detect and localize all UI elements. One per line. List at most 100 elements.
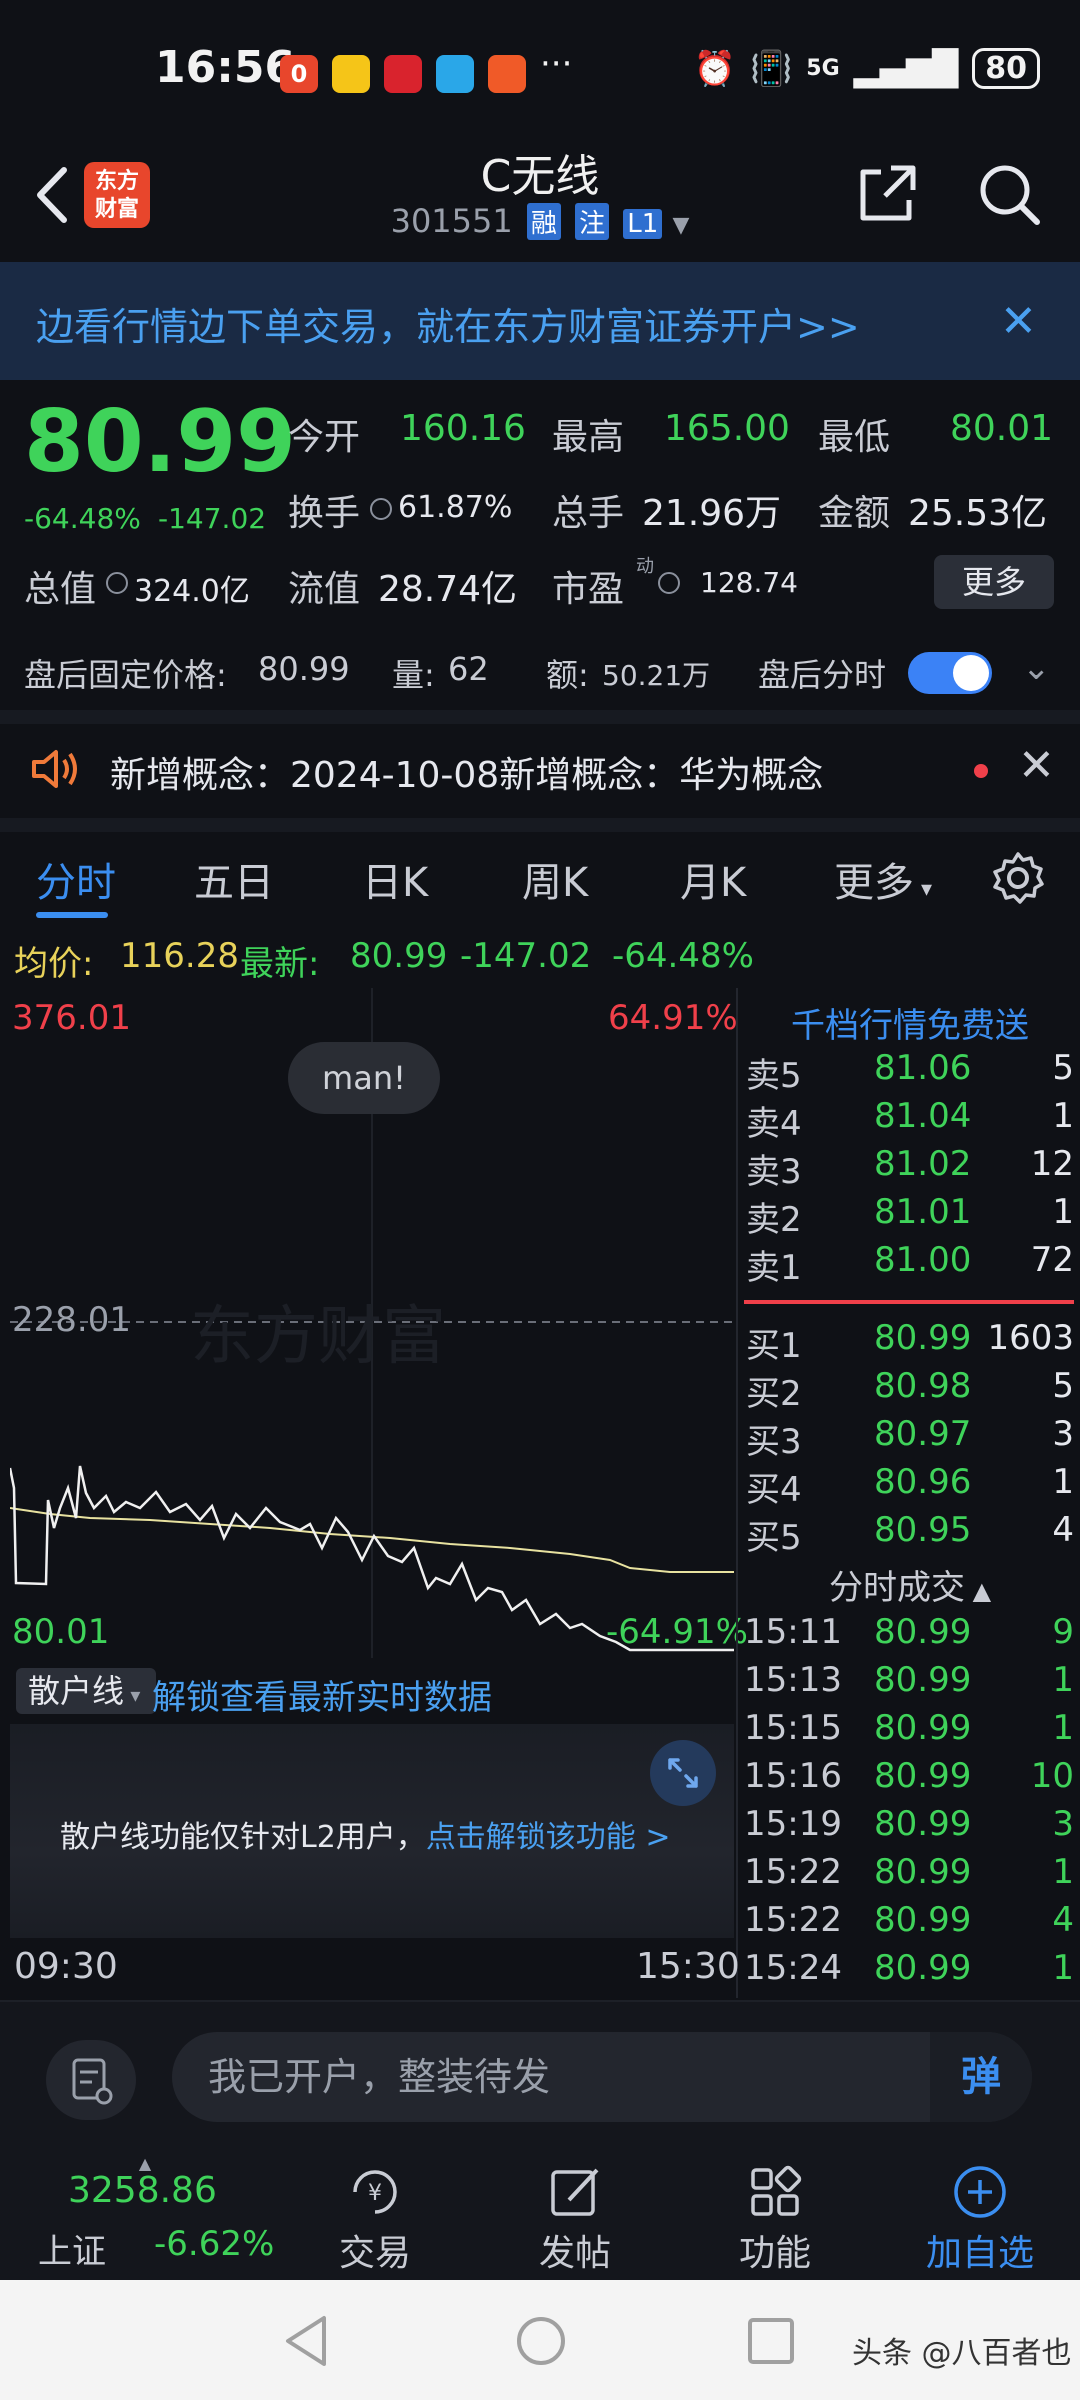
bid-row[interactable]: 买3 80.97 3	[738, 1414, 1080, 1462]
tab-more[interactable]: 更多 ▾	[834, 850, 932, 908]
pe-info-icon[interactable]	[658, 572, 680, 594]
tab-intraday[interactable]: 分时	[36, 850, 116, 908]
more-notifications-icon: ···	[540, 44, 573, 84]
trade-row: 15:22 80.99 1	[738, 1852, 1080, 1900]
bid-volume: 4	[1052, 1510, 1074, 1550]
chevron-down-icon[interactable]: ⌄	[1022, 648, 1051, 688]
bid-row[interactable]: 买1 80.99 1603	[738, 1318, 1080, 1366]
ask-row[interactable]: 卖5 81.06 5	[738, 1048, 1080, 1096]
trade-time: 15:16	[744, 1756, 842, 1796]
latest-label: 最新:	[240, 944, 320, 984]
svg-text:¥: ¥	[368, 2181, 382, 2206]
banner-close-icon[interactable]: ✕	[1000, 296, 1037, 347]
after-hours-row: 盘后固定价格: 80.99 量: 62 额: 50.21万 盘后分时 ⌄	[0, 638, 1080, 708]
system-home-icon[interactable]	[514, 2314, 568, 2368]
trade-row: 15:16 80.99 10	[738, 1756, 1080, 1804]
system-recents-icon[interactable]	[746, 2316, 796, 2366]
index-ticker[interactable]: ▲ 3258.86 上证 -6.62%	[20, 2150, 274, 2280]
ask-row[interactable]: 卖3 81.02 12	[738, 1144, 1080, 1192]
trade-time: 15:15	[744, 1708, 842, 1748]
add-circle-icon	[954, 2166, 1006, 2218]
avg-label: 均价:	[14, 944, 94, 984]
ask-row[interactable]: 卖2 81.01 1	[738, 1192, 1080, 1240]
tab-daily-k[interactable]: 日K	[362, 850, 428, 908]
ask-volume: 5	[1052, 1048, 1074, 1088]
market-cap-value: 324.0亿	[134, 574, 250, 609]
gear-icon[interactable]	[990, 850, 1046, 906]
nav-post-label: 发帖	[538, 2233, 611, 2274]
ask-price: 81.02	[874, 1144, 972, 1184]
tab-weekly-k[interactable]: 周K	[522, 850, 588, 908]
ask-row[interactable]: 卖4 81.04 1	[738, 1096, 1080, 1144]
market-cap-info-icon[interactable]	[106, 572, 128, 594]
trade-volume: 1	[1052, 1708, 1074, 1748]
alarm-icon: ⏰	[693, 48, 736, 89]
danmu-bubble: man!	[288, 1042, 440, 1114]
comment-input[interactable]: 我已开户，整装待发	[172, 2032, 1032, 2122]
concept-notice[interactable]: 新增概念：2024-10-08新增概念：华为概念 ✕	[0, 724, 1080, 816]
ask-price: 81.06	[874, 1048, 972, 1088]
ask-row[interactable]: 卖1 81.00 72	[738, 1240, 1080, 1288]
bid-label: 买5	[746, 1518, 802, 1558]
ask-volume: 72	[1030, 1240, 1074, 1280]
after-amt-value: 50.21万	[602, 659, 711, 692]
bid-row[interactable]: 买5 80.95 4	[738, 1510, 1080, 1558]
retail-line-label: 散户线	[28, 1672, 125, 1710]
retail-line-message: 散户线功能仅针对L2用户，点击解锁该功能 >	[60, 1812, 671, 1856]
retail-line-selector[interactable]: 散户线 ▾	[16, 1668, 156, 1714]
expand-icon[interactable]	[650, 1740, 716, 1806]
nav-trade[interactable]: ¥ 交易	[300, 2150, 450, 2280]
note-settings-icon[interactable]	[46, 2040, 136, 2120]
volume-label: 总手	[552, 493, 625, 534]
unlock-feature-link[interactable]: 点击解锁该功能 >	[426, 1820, 671, 1855]
average-price-row: 均价: 116.28 最新: 80.99 -147.02 -64.48%	[0, 926, 1080, 988]
bid-volume: 5	[1052, 1366, 1074, 1406]
after-hours-toggle[interactable]	[908, 652, 992, 694]
nav-post[interactable]: 发帖	[500, 2150, 650, 2280]
concept-text[interactable]: 新增概念：2024-10-08新增概念：华为概念	[110, 746, 823, 798]
stock-code: 301551	[390, 202, 513, 240]
danmu-toggle-button[interactable]: 弹	[930, 2032, 1032, 2122]
trade-price: 80.99	[874, 1660, 972, 1700]
trade-price: 80.99	[874, 1804, 972, 1844]
retail-msg-text: 散户线功能仅针对L2用户，	[60, 1820, 426, 1855]
nav-add-watchlist[interactable]: 加自选	[900, 2150, 1060, 2280]
trade-row: 15:19 80.99 3	[738, 1804, 1080, 1852]
nav-features[interactable]: 功能	[700, 2150, 850, 2280]
search-app-icon	[436, 55, 474, 93]
tab-five-day[interactable]: 五日	[194, 850, 274, 908]
trade-price: 80.99	[874, 1948, 972, 1988]
status-right: ⏰ 📳 5G ▂▄▆█ 80	[694, 48, 1040, 89]
account-open-banner[interactable]: 边看行情边下单交易，就在东方财富证券开户>> ✕	[0, 262, 1080, 380]
system-back-icon[interactable]	[282, 2314, 332, 2368]
tab-monthly-k[interactable]: 月K	[680, 850, 746, 908]
amount-value: 25.53亿	[908, 493, 1048, 534]
code-dropdown-icon[interactable]: ▼	[672, 213, 689, 238]
avg-value: 116.28	[120, 936, 239, 976]
y-axis-top: 376.01	[12, 998, 131, 1038]
speaker-icon	[32, 750, 77, 788]
banner-text[interactable]: 边看行情边下单交易，就在东方财富证券开户>>	[36, 296, 860, 351]
bid-row[interactable]: 买4 80.96 1	[738, 1462, 1080, 1510]
pe-label: 市盈	[552, 569, 625, 610]
trade-price: 80.99	[874, 1756, 972, 1796]
trade-price: 80.99	[874, 1708, 972, 1748]
search-icon[interactable]	[975, 160, 1043, 228]
trade-time: 15:11	[744, 1612, 842, 1652]
concept-close-icon[interactable]: ✕	[1018, 740, 1055, 791]
unlock-data-link[interactable]: 解锁查看最新实时数据	[152, 1670, 492, 1719]
bid-row[interactable]: 买2 80.98 5	[738, 1366, 1080, 1414]
trades-title[interactable]: 分时成交 ▲	[738, 1560, 1080, 1609]
trade-icon: ¥	[353, 2170, 397, 2214]
turnover-info-icon[interactable]	[370, 498, 392, 520]
order-book-promo[interactable]: 千档行情免费送	[738, 998, 1080, 1047]
ask-label: 卖5	[746, 1056, 802, 1096]
after-chart-label: 盘后分时	[758, 656, 887, 694]
more-quote-button[interactable]: 更多	[934, 555, 1054, 609]
index-value: 3258.86	[68, 2170, 217, 2211]
index-percent: -6.62%	[154, 2224, 275, 2264]
bid-price: 80.98	[874, 1366, 972, 1406]
current-price: 80.99	[24, 392, 297, 492]
share-icon[interactable]	[855, 162, 919, 226]
y-axis-mid: 228.01	[12, 1300, 131, 1340]
